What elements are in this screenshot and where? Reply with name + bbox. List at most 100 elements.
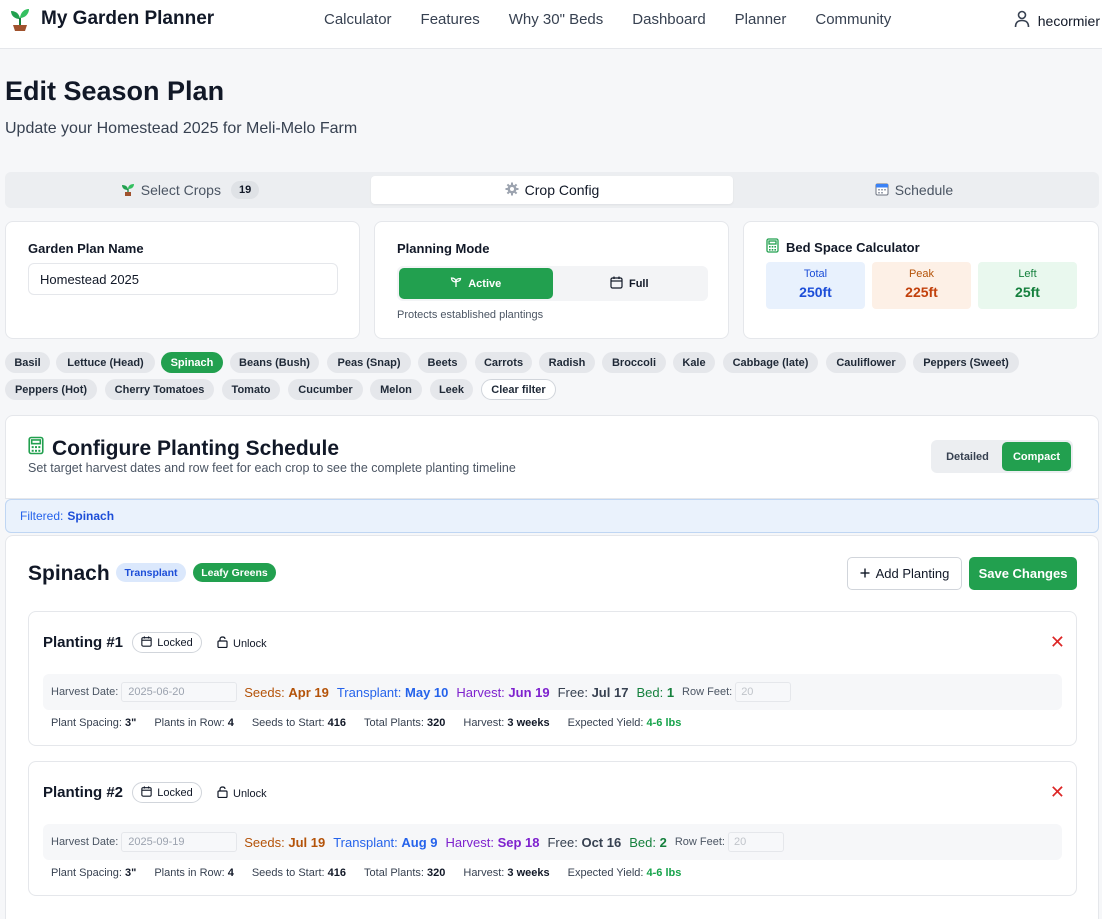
plus-icon — [860, 566, 870, 581]
harvest-label: Harvest: — [445, 834, 494, 850]
harvest-window: Harvest: Jun 19 — [456, 685, 549, 700]
seeds-to-start: Seeds to Start: 416 — [252, 867, 346, 879]
expected-yield-label: Expected Yield: — [567, 867, 644, 879]
tab-crop-config[interactable]: Crop Config — [371, 176, 733, 204]
free-value: Jul 17 — [591, 684, 629, 700]
planting-title: Planting #1 — [43, 634, 124, 651]
bed-value: 1 — [666, 684, 675, 700]
chip-peppers-sweet[interactable]: Peppers (Sweet) — [913, 352, 1019, 373]
chip-cucumber[interactable]: Cucumber — [288, 379, 363, 400]
plant-spacing: Plant Spacing: 3" — [51, 717, 136, 729]
gear-icon — [505, 182, 519, 199]
view-compact-button[interactable]: Compact — [1002, 442, 1071, 471]
seeds-to-start: Seeds to Start: 416 — [252, 717, 346, 729]
chip-cauliflower[interactable]: Cauliflower — [826, 352, 906, 373]
chip-tomato[interactable]: Tomato — [222, 379, 280, 400]
save-changes-button[interactable]: Save Changes — [969, 557, 1077, 590]
crop-section: Spinach Transplant Leafy Greens Add Plan… — [5, 535, 1099, 919]
harvest-date-input[interactable]: 2025-06-20 — [121, 682, 238, 702]
tab-crop-config-label: Crop Config — [524, 182, 600, 198]
expected-yield-value: 4-6 lbs — [646, 867, 682, 879]
tab-schedule[interactable]: Schedule — [733, 176, 1095, 204]
chip-cabbage-late[interactable]: Cabbage (late) — [723, 352, 818, 373]
configure-schedule-card: Configure Planting Schedule Set target h… — [5, 415, 1099, 499]
add-planting-button[interactable]: Add Planting — [847, 557, 962, 590]
chip-spinach[interactable]: Spinach — [161, 352, 223, 373]
harvest-duration: Harvest: 3 weeks — [463, 717, 549, 729]
view-detailed-button[interactable]: Detailed — [933, 442, 1002, 471]
transplant-value: Aug 9 — [401, 834, 438, 850]
locked-status-pill: Locked — [132, 632, 202, 653]
chip-peas-snap[interactable]: Peas (Snap) — [327, 352, 411, 373]
expected-yield-value: 4-6 lbs — [646, 717, 682, 729]
row-feet-input[interactable]: 20 — [727, 832, 784, 852]
plants-in-row-label: Plants in Row: — [154, 867, 225, 879]
method-badge: Transplant — [116, 563, 186, 582]
nav-community[interactable]: Community — [815, 11, 891, 28]
clear-filter-button[interactable]: Clear filter — [481, 379, 556, 400]
expected-yield: Expected Yield: 4-6 lbs — [568, 867, 682, 879]
bed-value: 2 — [659, 834, 667, 850]
nav-features[interactable]: Features — [421, 11, 480, 28]
plan-name-input[interactable]: Homestead 2025 — [28, 263, 338, 295]
user-menu[interactable]: hecormier — [1014, 10, 1100, 31]
user-icon — [1014, 10, 1030, 31]
chip-leek[interactable]: Leek — [430, 379, 473, 400]
chip-beans-bush[interactable]: Beans (Bush) — [230, 352, 319, 373]
chip-peppers-hot[interactable]: Peppers (Hot) — [5, 379, 97, 400]
bed-space-title-text: Bed Space Calculator — [786, 239, 920, 255]
plants-in-row-value: 4 — [227, 717, 234, 729]
configure-title-text: Configure Planting Schedule — [52, 436, 340, 460]
row-feet-input[interactable]: 20 — [735, 682, 792, 702]
free-label: Free: — [557, 684, 588, 700]
nav-calculator[interactable]: Calculator — [324, 11, 392, 28]
expected-yield-label: Expected Yield: — [567, 717, 644, 729]
remove-planting-icon[interactable]: ✕ — [1050, 633, 1065, 651]
plants-in-row: Plants in Row: 4 — [154, 867, 234, 879]
harvest-duration-value: 3 weeks — [507, 717, 550, 729]
stat-left: Left 25ft — [978, 262, 1077, 309]
chip-cherry-tomatoes[interactable]: Cherry Tomatoes — [105, 379, 214, 400]
bed-label: Bed: — [629, 834, 656, 850]
stat-total-label: Total — [803, 268, 828, 280]
harvest-duration-label: Harvest: — [463, 867, 505, 879]
mode-active-label: Active — [468, 277, 502, 290]
nav-planner[interactable]: Planner — [735, 11, 787, 28]
remove-planting-icon[interactable]: ✕ — [1050, 783, 1065, 801]
chip-beets[interactable]: Beets — [418, 352, 467, 373]
tab-select-crops[interactable]: Select Crops 19 — [9, 176, 371, 204]
harvest-value: Sep 18 — [497, 834, 540, 850]
seeds-value: Apr 19 — [288, 684, 329, 700]
brand-title: My Garden Planner — [41, 8, 215, 29]
chip-broccoli[interactable]: Broccoli — [602, 352, 666, 373]
stat-total: Total 250ft — [766, 262, 865, 309]
chip-melon[interactable]: Melon — [370, 379, 422, 400]
total-plants-value: 320 — [427, 867, 446, 879]
unlock-button[interactable]: Unlock — [217, 636, 267, 651]
seeds-date: Seeds: Apr 19 — [244, 685, 329, 700]
chip-kale[interactable]: Kale — [673, 352, 715, 373]
chip-lettuce-head[interactable]: Lettuce (Head) — [56, 352, 155, 373]
chip-carrots[interactable]: Carrots — [475, 352, 532, 373]
mode-active-button[interactable]: Active — [399, 268, 553, 299]
total-plants-label: Total Plants: — [364, 867, 424, 879]
stat-peak-label: Peak — [908, 268, 935, 280]
free-date: Free: Jul 17 — [558, 685, 629, 700]
stat-total-value: 250ft — [799, 284, 832, 300]
nav-dashboard[interactable]: Dashboard — [632, 11, 705, 28]
brand[interactable]: My Garden Planner — [9, 6, 214, 32]
planting-card: Planting #2 Locked Unlock ✕ Harvest Date… — [28, 761, 1077, 896]
planning-mode-card: Planning Mode Active Full Protects estab… — [374, 221, 729, 339]
total-plants-value: 320 — [427, 717, 446, 729]
filter-banner: Filtered: Spinach — [5, 499, 1099, 533]
mode-full-button[interactable]: Full — [553, 268, 707, 299]
unlock-label: Unlock — [233, 787, 267, 800]
chip-basil[interactable]: Basil — [5, 352, 50, 373]
unlock-button[interactable]: Unlock — [217, 786, 267, 801]
nav-why-30-beds[interactable]: Why 30" Beds — [509, 11, 604, 28]
total-plants: Total Plants: 320 — [364, 717, 445, 729]
harvest-date-input[interactable]: 2025-09-19 — [121, 832, 238, 852]
chip-radish[interactable]: Radish — [539, 352, 595, 373]
planting-dates-row: Harvest Date: 2025-09-19 Seeds: Jul 19 T… — [43, 824, 1062, 860]
unlock-icon — [217, 636, 228, 651]
